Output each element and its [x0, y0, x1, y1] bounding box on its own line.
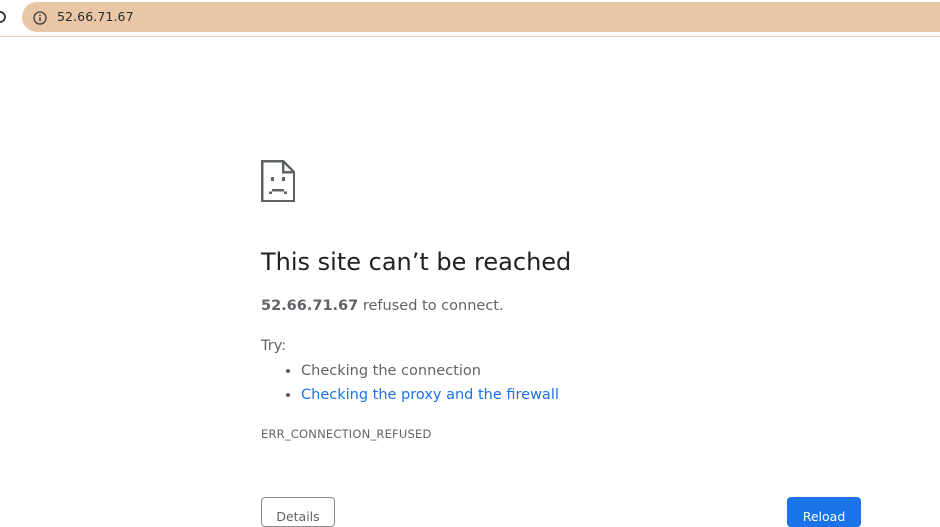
suggestion-check-connection: Checking the connection: [301, 363, 481, 379]
address-bar[interactable]: 52.66.71.67: [22, 2, 940, 32]
info-icon[interactable]: [33, 10, 47, 25]
reload-button[interactable]: Reload: [787, 497, 861, 527]
suggestion-check-proxy-link[interactable]: Checking the proxy and the firewall: [301, 387, 559, 403]
reload-icon[interactable]: [0, 6, 8, 28]
error-message: refused to connect.: [362, 298, 504, 314]
sad-page-icon: [260, 159, 296, 203]
browser-toolbar: 52.66.71.67: [0, 0, 940, 37]
suggestion-item: Checking the proxy and the firewall: [301, 383, 559, 407]
error-host: 52.66.71.67: [261, 298, 359, 314]
details-button[interactable]: Details: [261, 497, 335, 527]
error-description: 52.66.71.67 refused to connect.: [261, 298, 504, 314]
suggestion-item: Checking the connection: [301, 359, 559, 383]
error-code: ERR_CONNECTION_REFUSED: [261, 427, 432, 441]
suggestions-list: Checking the connection Checking the pro…: [261, 359, 559, 407]
url-text[interactable]: 52.66.71.67: [57, 2, 134, 32]
try-label: Try:: [261, 338, 287, 354]
error-title: This site can’t be reached: [261, 248, 572, 276]
